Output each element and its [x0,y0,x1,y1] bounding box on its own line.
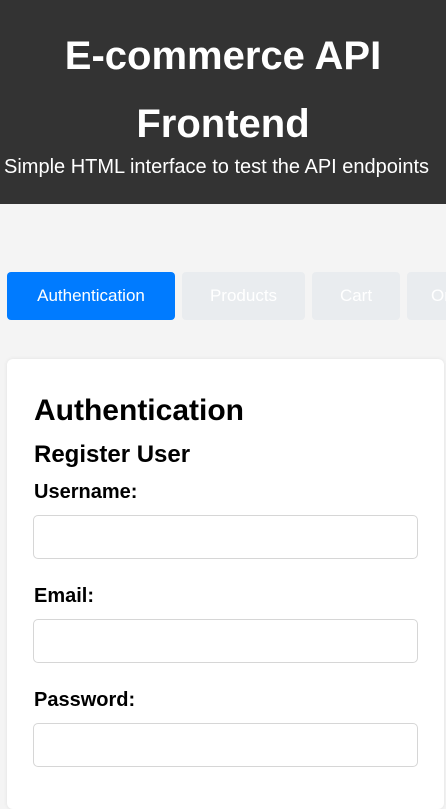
username-label: Username: [34,481,138,503]
page-subtitle: Simple HTML interface to test the API en… [4,156,430,178]
password-label: Password: [34,689,136,711]
page-title: E-commerce API Frontend [64,34,382,146]
password-input[interactable] [33,723,418,767]
email-input[interactable] [33,619,418,663]
page-header: E-commerce API Frontend Simple HTML inte… [0,0,446,204]
tab-products[interactable]: Products [182,272,305,320]
username-input[interactable] [33,515,418,559]
tab-bar: Authentication Products Cart Orders [7,272,446,320]
register-heading: Register User [34,441,191,468]
auth-panel: Authentication Register User Username: E… [7,359,444,809]
tab-orders[interactable]: Orders [407,272,446,320]
section-title: Authentication [34,394,244,427]
tab-authentication[interactable]: Authentication [7,272,175,320]
email-label: Email: [34,585,95,607]
tab-cart[interactable]: Cart [312,272,400,320]
